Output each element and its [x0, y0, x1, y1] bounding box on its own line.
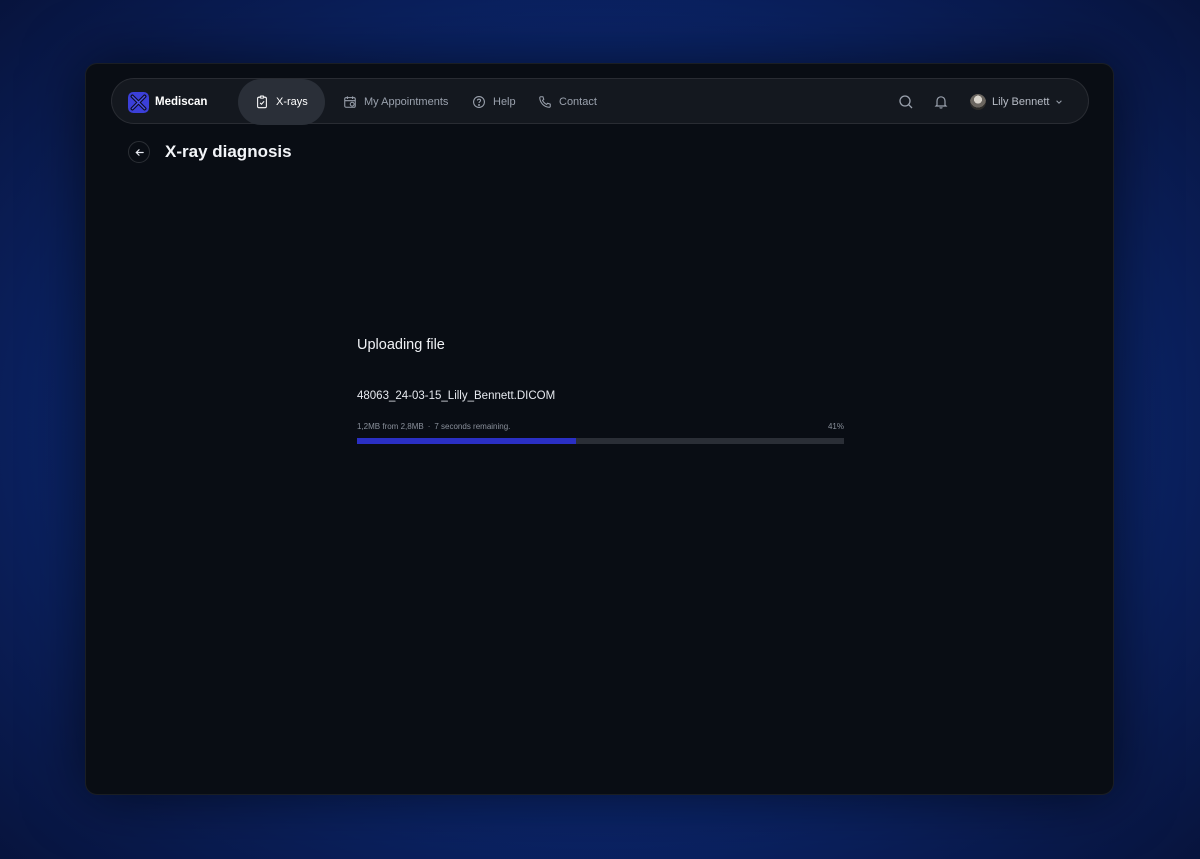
- back-button[interactable]: [128, 141, 150, 163]
- search-icon: [899, 95, 913, 109]
- progress-bar-fill: [357, 438, 577, 444]
- avatar: [970, 94, 986, 110]
- calendar-icon: [344, 96, 356, 108]
- mediscan-logo-icon: [128, 91, 149, 113]
- phone-icon: [539, 96, 551, 108]
- progress-bar: [357, 438, 844, 444]
- top-navbar: Mediscan X-rays My Appointments Help Con…: [111, 78, 1089, 125]
- page-title: X-ray diagnosis: [165, 142, 292, 161]
- nav-item-my-appointments[interactable]: My Appointments: [343, 79, 448, 125]
- nav-item-x-rays[interactable]: X-rays: [238, 79, 325, 125]
- chevron-down-icon: [1056, 100, 1063, 104]
- brand[interactable]: Mediscan: [128, 90, 207, 114]
- brand-name: Mediscan: [155, 96, 208, 108]
- help-circle-icon: [473, 96, 485, 108]
- user-menu[interactable]: Lily Bennett: [970, 79, 1063, 125]
- upload-status: 1,2MB from 2,8MB · 7 seconds remaining.: [357, 422, 510, 431]
- clipboard-icon: [257, 95, 267, 109]
- file-name: 48063_24-03-15_Lilly_Bennett.DICOM: [357, 390, 556, 402]
- nav-item-label: Contact: [559, 96, 597, 108]
- upload-time-remaining: 7 seconds remaining.: [434, 422, 511, 431]
- upload-meta: 1,2MB from 2,8MB · 7 seconds remaining. 41…: [357, 422, 844, 431]
- app-window: Mediscan X-rays My Appointments Help Con…: [85, 63, 1114, 795]
- nav-item-label: X-rays: [276, 96, 308, 108]
- nav-item-help[interactable]: Help: [472, 79, 516, 125]
- user-name: Lily Bennett: [992, 96, 1050, 108]
- nav-item-label: My Appointments: [364, 96, 449, 108]
- upload-heading: Uploading file: [357, 337, 445, 353]
- bell-icon: [934, 96, 948, 109]
- nav-item-contact[interactable]: Contact: [538, 79, 597, 125]
- search-button[interactable]: [898, 79, 914, 125]
- upload-panel: Uploading file 48063_24-03-15_Lilly_Benn…: [357, 336, 844, 444]
- upload-percent: 41%: [827, 422, 844, 431]
- nav-item-label: Help: [493, 96, 516, 108]
- upload-size-text: 1,2MB from 2,8MB: [357, 422, 424, 431]
- notifications-button[interactable]: [933, 79, 949, 125]
- separator: ·: [427, 422, 431, 431]
- arrow-left-icon: [134, 148, 144, 156]
